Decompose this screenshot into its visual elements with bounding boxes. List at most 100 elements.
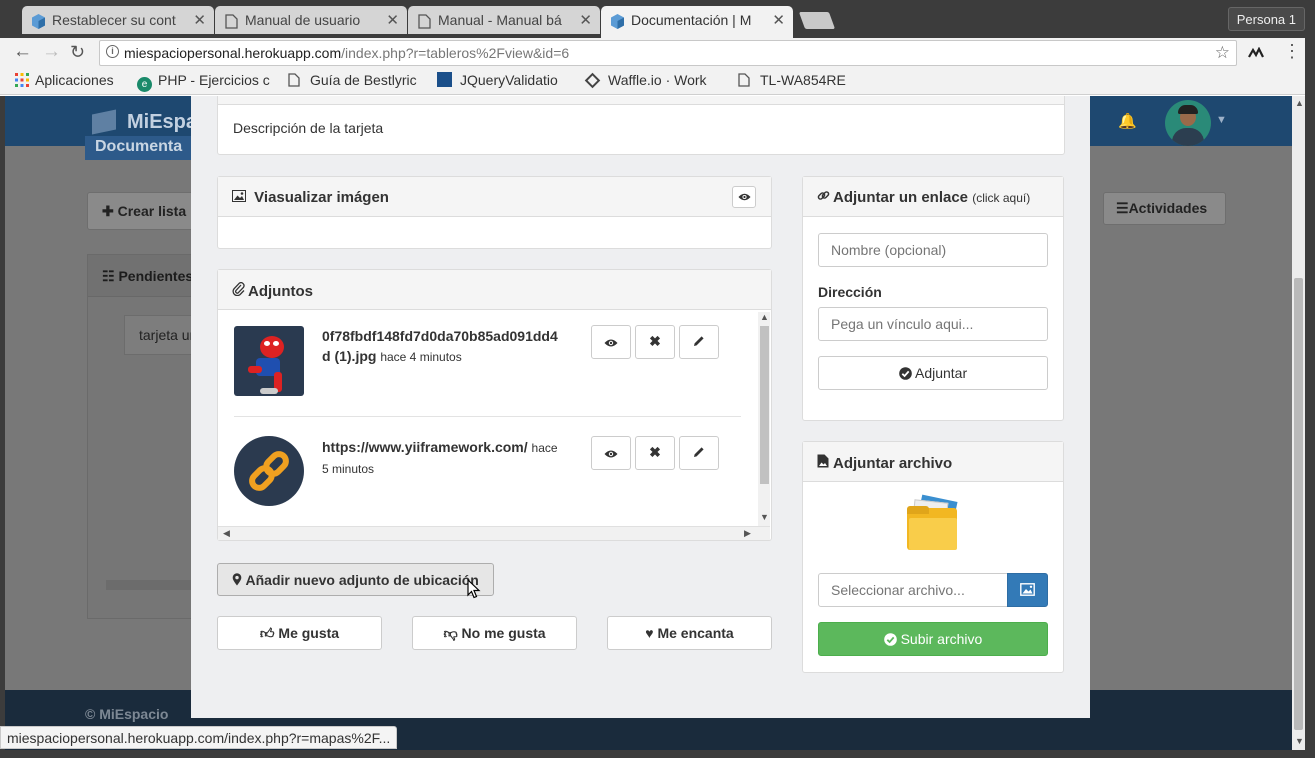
close-tab-icon[interactable]: ✕ xyxy=(386,11,399,29)
view-attachment-button[interactable] xyxy=(591,436,631,470)
delete-attachment-button[interactable]: ✖ xyxy=(635,436,675,470)
document-favicon-icon xyxy=(418,14,431,29)
view-attachment-button[interactable] xyxy=(591,325,631,359)
attachment-time: 5 minutos xyxy=(322,462,375,476)
adjuntar-button[interactable]: Adjuntar xyxy=(818,356,1048,390)
page-scrollbar-thumb[interactable] xyxy=(1294,278,1303,730)
me-gusta-button[interactable]: 👍︎ Me gusta xyxy=(217,616,382,650)
file-path-input[interactable] xyxy=(818,573,1008,607)
me-encanta-button[interactable]: ♥ Me encanta xyxy=(607,616,772,650)
image-icon xyxy=(1020,583,1035,599)
link-url-input[interactable] xyxy=(818,307,1048,341)
avatar[interactable] xyxy=(1165,100,1211,146)
menu-dots-icon[interactable]: ⋮ xyxy=(1283,41,1301,61)
vertical-scrollbar[interactable]: ▲ ▼ xyxy=(758,312,770,526)
forward-arrow-icon[interactable]: → xyxy=(42,42,61,62)
horizontal-scrollbar[interactable]: ◀ ▶ xyxy=(218,526,770,540)
check-circle-icon xyxy=(899,365,915,381)
document-favicon-icon xyxy=(288,73,300,87)
bookmark-jquery[interactable]: JQueryValidatio xyxy=(437,72,558,88)
site-brand[interactable]: MiEspa xyxy=(95,111,197,134)
bookmark-label: PHP - Ejercicios c xyxy=(158,72,270,88)
link-name-input[interactable] xyxy=(818,233,1048,267)
close-icon: ✖ xyxy=(649,333,661,349)
archivo-header: Adjuntar archivo xyxy=(803,442,1063,482)
scroll-down-icon[interactable]: ▼ xyxy=(760,512,769,522)
page-scrollbar[interactable]: ▲ ▼ xyxy=(1292,96,1305,750)
bookmark-label: TL-WA854RE xyxy=(760,72,846,88)
delete-attachment-button[interactable]: ✖ xyxy=(635,325,675,359)
scroll-up-icon[interactable]: ▲ xyxy=(1295,98,1304,108)
subir-archivo-button[interactable]: Subir archivo xyxy=(818,622,1048,656)
browser-tab[interactable]: Restablecer su cont ✕ xyxy=(22,6,214,34)
bookmark-bestlyric[interactable]: Guía de Bestlyric xyxy=(288,72,417,88)
spiderman-image[interactable] xyxy=(234,326,304,396)
link-icon[interactable] xyxy=(234,436,304,506)
document-favicon-icon xyxy=(738,73,750,87)
view-image-button[interactable] xyxy=(732,186,756,208)
footer-copyright: © MiEspacio xyxy=(85,706,169,722)
add-location-label: Añadir nuevo adjunto de ubicación xyxy=(245,572,479,588)
eye-icon xyxy=(737,189,751,205)
browser-tab-active[interactable]: Documentación | M ✕ xyxy=(601,6,793,38)
tab-label: Manual de usuario xyxy=(245,12,361,28)
scroll-left-icon[interactable]: ◀ xyxy=(223,528,230,539)
bookmark-label: Guía de Bestlyric xyxy=(310,72,417,88)
bookmark-apps[interactable]: Aplicaciones xyxy=(15,72,114,88)
pencil-icon xyxy=(693,334,705,350)
chevron-down-icon[interactable]: ▼ xyxy=(1216,114,1227,126)
bookmark-star-icon[interactable]: ☆ xyxy=(1215,43,1230,63)
attachment-time: hace xyxy=(531,441,558,455)
subir-archivo-label: Subir archivo xyxy=(900,631,983,647)
browse-file-button[interactable] xyxy=(1007,573,1048,607)
adjuntar-enlace-panel: Adjuntar un enlace (click aquí) Direcció… xyxy=(802,176,1064,421)
status-bar-url: miespaciopersonal.herokuapp.com/index.ph… xyxy=(0,726,398,749)
edit-attachment-button[interactable] xyxy=(679,325,719,359)
bookmark-waffle[interactable]: Waffle.io · Work xyxy=(584,72,707,89)
back-arrow-icon[interactable]: ← xyxy=(13,42,32,62)
document-favicon-icon xyxy=(225,14,238,29)
scroll-down-icon[interactable]: ▼ xyxy=(1295,736,1304,746)
close-tab-icon[interactable]: ✕ xyxy=(772,11,785,29)
crear-lista-button[interactable]: ✚ Crear lista xyxy=(87,192,207,230)
bookmark-label: Waffle.io · Work xyxy=(608,72,707,88)
image-icon xyxy=(232,189,250,206)
profile-button[interactable]: Persona 1 xyxy=(1227,7,1305,31)
adjuntos-title: Adjuntos xyxy=(248,283,313,300)
bookmarks-bar: Aplicaciones e PHP - Ejercicios c Guía de… xyxy=(0,68,1315,95)
no-me-gusta-button[interactable]: 👎︎ No me gusta xyxy=(412,616,577,650)
new-tab-button[interactable] xyxy=(798,12,836,29)
eye-icon xyxy=(604,446,618,462)
extension-icon[interactable] xyxy=(1248,47,1264,59)
add-location-attachment-button[interactable]: Añadir nuevo adjunto de ubicación xyxy=(217,563,494,596)
attachment-name[interactable]: 0f78fbdf148fd7d0da70b85ad091dd4 d (1).jp… xyxy=(322,326,567,367)
me-encanta-label: Me encanta xyxy=(657,625,734,641)
scroll-right-icon[interactable]: ▶ xyxy=(744,528,751,539)
bell-icon[interactable]: 🔔 xyxy=(1118,112,1137,130)
mouse-cursor-icon xyxy=(467,579,481,599)
folder-icon xyxy=(903,494,963,554)
reload-icon[interactable]: ↻ xyxy=(70,42,85,62)
adjuntos-header: Adjuntos xyxy=(218,270,771,310)
enlace-header: Adjuntar un enlace (click aquí) xyxy=(803,177,1063,217)
browser-tab[interactable]: Manual - Manual bá ✕ xyxy=(408,6,600,34)
cube-favicon-icon xyxy=(611,14,624,29)
scroll-up-icon[interactable]: ▲ xyxy=(760,312,769,322)
enlace-note[interactable]: (click aquí) xyxy=(972,191,1030,205)
window-frame-right xyxy=(1305,38,1315,758)
actividades-button[interactable]: ☰Actividades xyxy=(1103,192,1226,225)
edit-attachment-button[interactable] xyxy=(679,436,719,470)
attachment-name[interactable]: https://www.yiiframework.com/ hace 5 min… xyxy=(322,437,567,479)
scrollbar-thumb[interactable] xyxy=(760,326,769,484)
browser-tab[interactable]: Manual de usuario ✕ xyxy=(215,6,407,34)
address-bar[interactable]: i miespaciopersonal.herokuapp.com/index.… xyxy=(99,40,1237,66)
bookmark-php[interactable]: e PHP - Ejercicios c xyxy=(137,72,270,92)
bookmark-tl-wa[interactable]: TL-WA854RE xyxy=(738,72,846,88)
close-tab-icon[interactable]: ✕ xyxy=(579,11,592,29)
paperclip-icon xyxy=(232,282,248,300)
visualizar-title: Viasualizar imágen xyxy=(254,189,389,206)
info-icon[interactable]: i xyxy=(106,45,119,58)
close-tab-icon[interactable]: ✕ xyxy=(193,11,206,29)
tab-label: Manual - Manual bá xyxy=(438,12,562,28)
link-icon xyxy=(817,189,833,206)
